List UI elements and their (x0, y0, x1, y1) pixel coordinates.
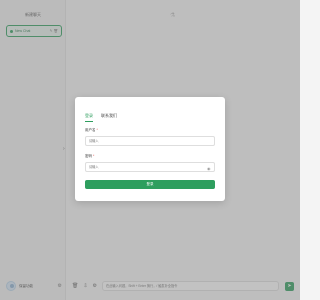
password-label: 密码 * (85, 154, 94, 159)
username-field[interactable] (85, 136, 215, 146)
required-mark: * (96, 128, 98, 132)
username-label-text: 用户名 (85, 128, 96, 132)
username-label: 用户名 * (85, 128, 98, 133)
tab-login[interactable]: 登录 (85, 113, 93, 122)
password-label-text: 密码 (85, 154, 92, 158)
eye-icon[interactable]: ◉ (207, 166, 211, 171)
tab-contact-us[interactable]: 联系我们 (101, 113, 117, 122)
required-mark: * (92, 154, 95, 158)
password-field[interactable] (85, 162, 215, 172)
login-button[interactable]: 登录 (85, 180, 215, 189)
login-tabs: 登录 联系我们 (85, 113, 125, 122)
